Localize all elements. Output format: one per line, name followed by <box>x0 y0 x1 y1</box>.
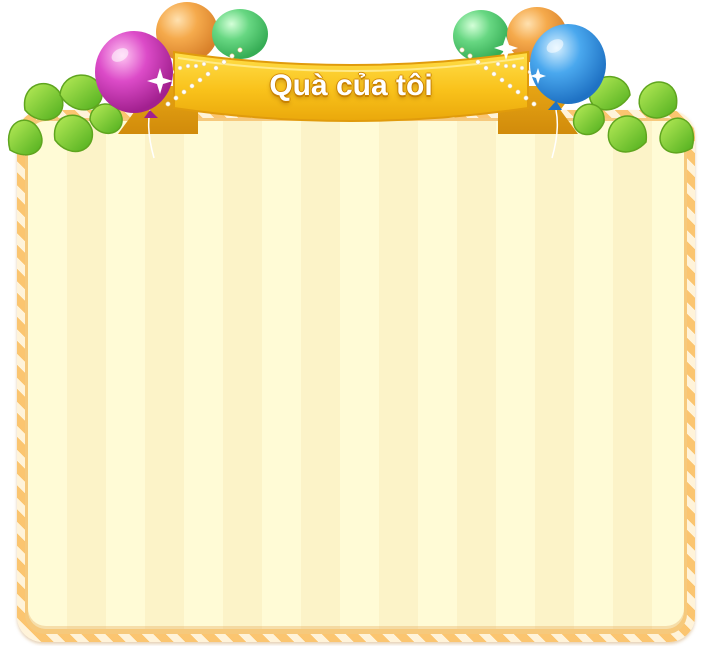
gift-dialog: Quà của tôi <box>0 0 702 646</box>
pink-balloon-icon <box>95 31 173 159</box>
blue-balloon-icon <box>530 24 606 159</box>
pearl-string-right <box>459 47 537 107</box>
front-decorations <box>95 24 606 159</box>
pearl-string-left <box>165 47 243 107</box>
sparkle-icon <box>147 36 546 94</box>
